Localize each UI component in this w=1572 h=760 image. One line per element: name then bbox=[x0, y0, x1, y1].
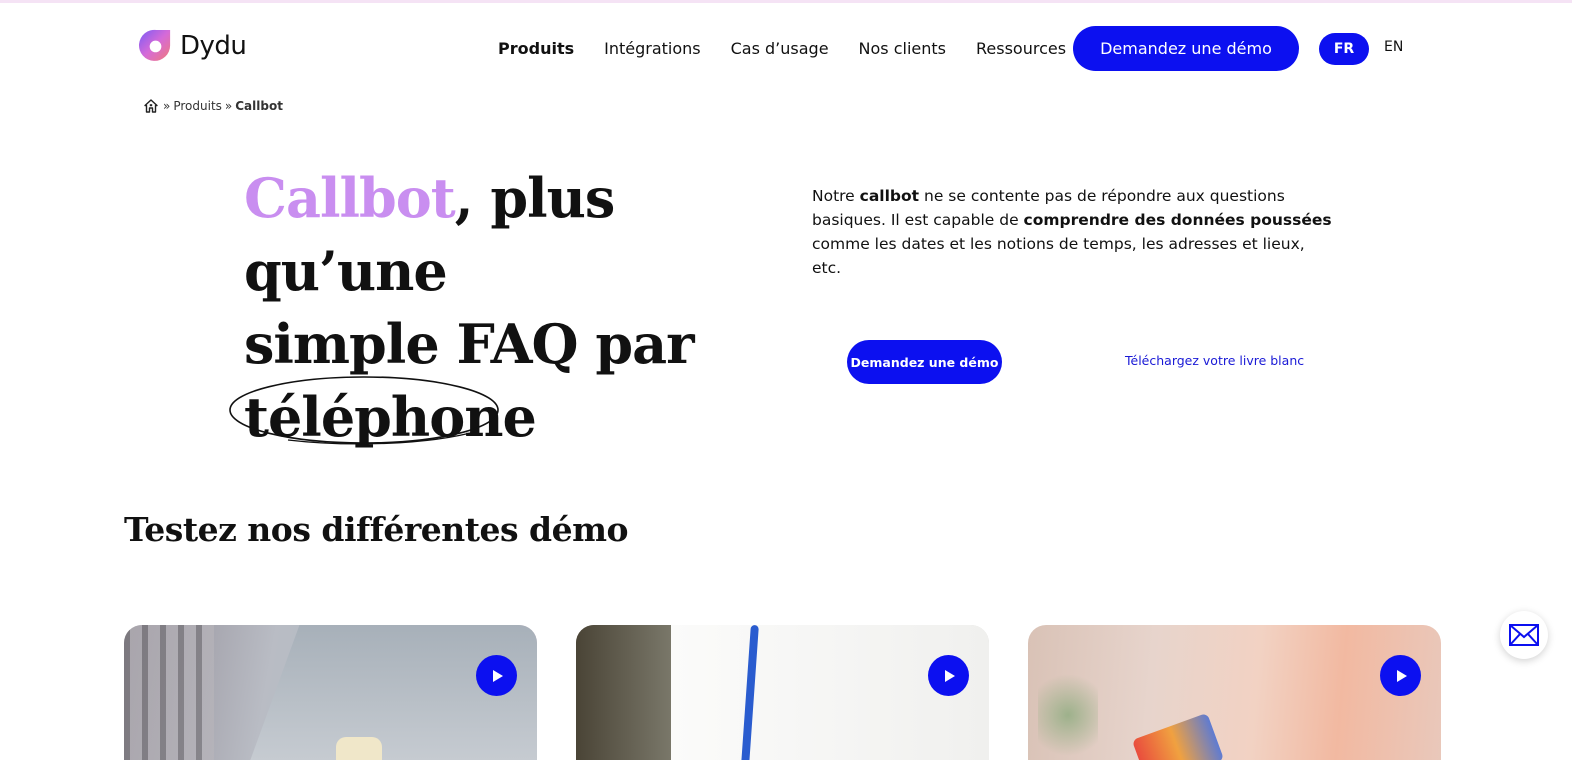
desc-text: Notre bbox=[812, 187, 860, 205]
hero-title-circled: téléphone bbox=[229, 376, 537, 454]
hero-title: Callbot, plus qu’une simple FAQ par télé… bbox=[229, 162, 764, 454]
play-button[interactable] bbox=[928, 655, 969, 696]
nav-item-cas-usage[interactable]: Cas d’usage bbox=[731, 39, 829, 58]
nav-label: Produits bbox=[498, 38, 575, 58]
card-image-detail bbox=[576, 625, 676, 760]
card-image-detail bbox=[1131, 712, 1225, 760]
breadcrumb: » Produits » Callbot bbox=[144, 99, 283, 113]
nav-item-nos-clients[interactable]: Nos clients bbox=[859, 39, 946, 58]
breadcrumb-produits[interactable]: Produits bbox=[173, 99, 222, 113]
top-border bbox=[0, 0, 1572, 3]
desc-bold: callbot bbox=[859, 187, 920, 205]
logo-icon bbox=[139, 29, 171, 61]
play-button[interactable] bbox=[1380, 655, 1421, 696]
demo-card-medical[interactable] bbox=[576, 625, 989, 760]
breadcrumb-current: Callbot bbox=[235, 99, 283, 113]
play-icon bbox=[1396, 669, 1407, 682]
mail-icon bbox=[1509, 624, 1539, 646]
card-image-detail bbox=[124, 625, 214, 760]
hero-description: Notre callbot ne se contente pas de répo… bbox=[812, 184, 1332, 280]
card-image-detail bbox=[336, 737, 382, 760]
lang-en-button[interactable]: EN bbox=[1384, 39, 1403, 55]
download-whitepaper-link[interactable]: Téléchargez votre livre blanc bbox=[1125, 353, 1304, 368]
contact-mail-button[interactable] bbox=[1500, 611, 1548, 659]
main-nav: Produits Intégrations Cas d’usage Nos cl… bbox=[480, 36, 1096, 60]
header-demo-button[interactable]: Demandez une démo bbox=[1073, 26, 1299, 71]
nav-item-integrations[interactable]: Intégrations bbox=[604, 39, 701, 58]
demos-title: Testez nos différentes démo bbox=[124, 510, 629, 549]
demo-card-payment[interactable] bbox=[1028, 625, 1441, 760]
desc-text: comme les dates et les notions de temps,… bbox=[812, 235, 1305, 277]
nav-item-produits[interactable]: Produits bbox=[480, 38, 591, 58]
play-icon bbox=[944, 669, 955, 682]
hero-title-part: téléphone bbox=[244, 385, 537, 449]
home-icon[interactable] bbox=[144, 99, 158, 113]
demo-card-taxi[interactable] bbox=[124, 625, 537, 760]
breadcrumb-separator: » bbox=[224, 99, 233, 113]
logo[interactable]: Dydu bbox=[139, 28, 247, 63]
desc-bold: comprendre des données poussées bbox=[1023, 211, 1332, 229]
hero-demo-button[interactable]: Demandez une démo bbox=[847, 340, 1002, 384]
hero-title-accent: Callbot bbox=[244, 166, 456, 230]
lang-fr-button[interactable]: FR bbox=[1319, 33, 1369, 65]
breadcrumb-separator: » bbox=[163, 99, 171, 113]
play-button[interactable] bbox=[476, 655, 517, 696]
hero-title-part: simple FAQ par bbox=[244, 312, 695, 376]
nav-item-ressources[interactable]: Ressources bbox=[976, 39, 1066, 58]
logo-text: Dydu bbox=[180, 30, 247, 61]
card-image-detail bbox=[1038, 665, 1098, 760]
play-icon bbox=[492, 669, 503, 682]
